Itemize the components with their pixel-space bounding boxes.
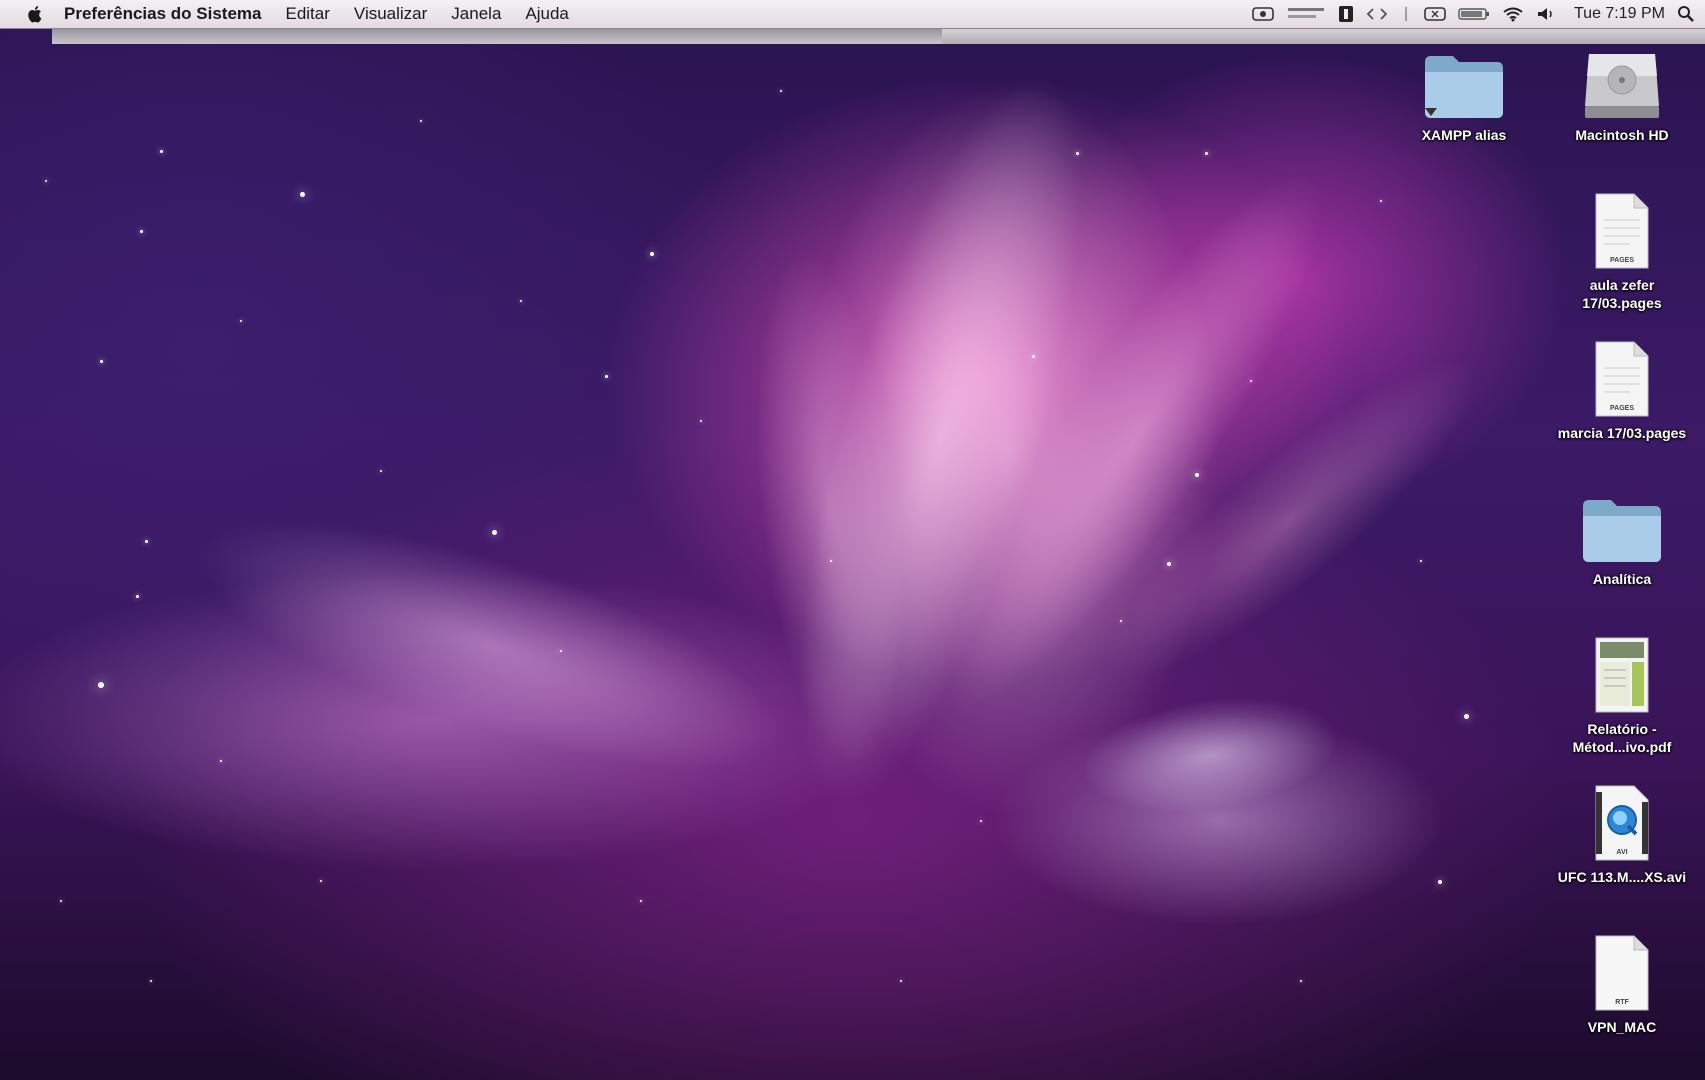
star (1438, 880, 1442, 884)
menu-janela[interactable]: Janela (451, 4, 501, 24)
star (98, 682, 104, 688)
star (45, 180, 47, 182)
desktop-icon-xampp-alias[interactable]: XAMPP alias (1394, 50, 1534, 144)
time-machine-icon[interactable] (1400, 6, 1412, 22)
star (380, 470, 382, 472)
star (520, 300, 522, 302)
desktop-icon-label: XAMPP alias (1421, 127, 1507, 143)
star (492, 530, 497, 535)
pdf-document-icon (1595, 637, 1649, 713)
star (240, 320, 242, 322)
desktop-icon-label: marcia 17/03.pages (1557, 425, 1687, 441)
menu-ajuda[interactable]: Ajuda (525, 4, 568, 24)
star (300, 192, 305, 197)
menu-visualizar[interactable]: Visualizar (354, 4, 427, 24)
doc-badge: AVI (1616, 849, 1627, 856)
desktop-icon-marcia-pages[interactable]: PAGES marcia 17/03.pages (1552, 338, 1692, 442)
star (1076, 152, 1079, 155)
desktop-icon-label: UFC 113.M....XS.avi (1557, 869, 1687, 885)
clock[interactable]: Tue 7:19 PM (1574, 5, 1665, 23)
doc-badge: PAGES (1610, 257, 1634, 264)
display-mirroring-icon[interactable] (1424, 6, 1446, 22)
desktop-icon-aula-zefer-pages[interactable]: PAGES aula zefer 17/03.pages (1552, 190, 1692, 312)
desktop-icon-vpn-mac[interactable]: RTF VPN_MAC (1552, 932, 1692, 1036)
star (220, 760, 222, 762)
desktop-icon-macintosh-hd[interactable]: Macintosh HD (1552, 46, 1692, 144)
star (830, 560, 832, 562)
pages-document-icon: PAGES (1595, 193, 1649, 269)
desktop-icon-ufc-avi[interactable]: AVI UFC 113.M....XS.avi (1552, 782, 1692, 886)
star (1205, 152, 1208, 155)
doc-badge: RTF (1615, 999, 1629, 1006)
star (140, 230, 143, 233)
desktop-wallpaper (0, 0, 1705, 1080)
star (1032, 355, 1035, 358)
ufc-stats-icon[interactable] (1286, 4, 1326, 24)
desktop-icon-analitica[interactable]: Analítica (1552, 494, 1692, 588)
star (700, 420, 702, 422)
desktop-icon-label: Relatório - Métod...ivo.pdf (1572, 721, 1672, 755)
star (160, 150, 163, 153)
star (980, 820, 982, 822)
desktop-icon-label: Analítica (1592, 571, 1652, 587)
star (420, 120, 422, 122)
star (560, 650, 562, 652)
desktop-icon-label: aula zefer 17/03.pages (1582, 277, 1662, 311)
star (1120, 620, 1122, 622)
star (100, 360, 103, 363)
pages-document-icon: PAGES (1595, 341, 1649, 417)
star (605, 375, 608, 378)
spotlight-search-icon[interactable] (1677, 5, 1695, 23)
star (1195, 473, 1199, 477)
star (780, 90, 782, 92)
star (320, 880, 322, 882)
folder-icon (1583, 500, 1661, 562)
volume-icon[interactable] (1536, 6, 1556, 22)
rtf-document-icon: RTF (1595, 935, 1649, 1011)
desktop-icon-relatorio-pdf[interactable]: Relatório - Métod...ivo.pdf (1552, 634, 1692, 756)
star (145, 540, 148, 543)
window-toolbar-strip (52, 29, 942, 44)
desktop-icon-label: Macintosh HD (1575, 127, 1669, 143)
script-menu-icon[interactable] (1338, 5, 1354, 23)
star (1420, 560, 1422, 562)
quicktime-movie-icon: AVI (1595, 785, 1649, 861)
menu-bar: Preferências do Sistema Editar Visualiza… (0, 0, 1705, 29)
star (136, 595, 139, 598)
star (900, 980, 902, 982)
wifi-icon[interactable] (1502, 6, 1524, 22)
star (1250, 380, 1252, 382)
desktop-icon-label: VPN_MAC (1587, 1019, 1657, 1035)
star (650, 252, 654, 256)
star (150, 980, 152, 982)
folder-alias-icon (1425, 56, 1503, 118)
doc-badge: PAGES (1610, 405, 1634, 412)
code-brackets-icon[interactable] (1366, 7, 1388, 21)
star (640, 900, 642, 902)
star (1300, 980, 1302, 982)
app-menu[interactable]: Preferências do Sistema (64, 4, 261, 24)
star (1380, 200, 1382, 202)
hard-drive-icon (1585, 54, 1659, 118)
star (1464, 714, 1469, 719)
menu-editar[interactable]: Editar (285, 4, 329, 24)
screen-recorder-icon[interactable] (1252, 6, 1274, 22)
apple-menu-icon[interactable] (26, 5, 42, 23)
star (60, 900, 62, 902)
star (1167, 562, 1171, 566)
battery-icon[interactable] (1458, 7, 1490, 21)
window-toolbar-strip-right (942, 29, 1705, 44)
